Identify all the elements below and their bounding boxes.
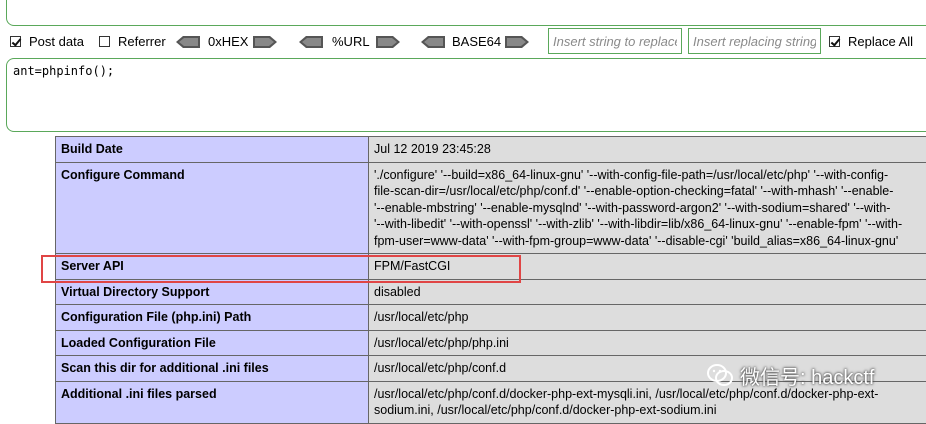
url-decode-arrow-icon[interactable] bbox=[299, 36, 323, 48]
replace-search-input[interactable] bbox=[548, 28, 682, 54]
row-value-line: '--with-libedit' '--with-openssl' '--wit… bbox=[374, 216, 926, 233]
row-value-line: /usr/local/etc/php bbox=[374, 309, 926, 326]
row-value-line: Jul 12 2019 23:45:28 bbox=[374, 141, 926, 158]
base64-decode-arrow-icon[interactable] bbox=[421, 36, 445, 48]
url-label: %URL bbox=[332, 34, 370, 49]
row-value-line: fpm-user=www-data' '--with-fpm-group=www… bbox=[374, 233, 926, 250]
row-value-cell: './configure' '--build=x86_64-linux-gnu'… bbox=[369, 162, 926, 254]
row-value-line: sodium.ini, /usr/local/etc/php/conf.d/do… bbox=[374, 402, 926, 419]
post-data-textarea[interactable]: ant=phpinfo(); bbox=[6, 58, 926, 132]
table-row: Build Date Jul 12 2019 23:45:28 bbox=[56, 137, 926, 163]
table-row: Configure Command './configure' '--build=… bbox=[56, 162, 926, 254]
row-name-cell: Configure Command bbox=[56, 162, 369, 254]
url-input-area[interactable] bbox=[6, 0, 926, 26]
hex-decode-arrow-icon[interactable] bbox=[176, 36, 200, 48]
url-encode-arrow-icon[interactable] bbox=[376, 36, 400, 48]
watermark-text: 微信号: hackctf bbox=[740, 361, 874, 390]
row-name-cell: Loaded Configuration File bbox=[56, 330, 369, 356]
post-data-label[interactable]: Post data bbox=[29, 34, 84, 49]
table-row: Loaded Configuration File/usr/local/etc/… bbox=[56, 330, 926, 356]
replace-all-label[interactable]: Replace All bbox=[848, 34, 913, 49]
referrer-checkbox[interactable] bbox=[99, 36, 110, 47]
row-value-line: './configure' '--build=x86_64-linux-gnu'… bbox=[374, 167, 926, 184]
hex-label: 0xHEX bbox=[208, 34, 248, 49]
row-value-line: /usr/local/etc/php/php.ini bbox=[374, 335, 926, 352]
wechat-icon bbox=[706, 362, 734, 388]
row-name-cell: Configuration File (php.ini) Path bbox=[56, 305, 369, 331]
row-value-cell: /usr/local/etc/php bbox=[369, 305, 926, 331]
row-value-cell: /usr/local/etc/php/php.ini bbox=[369, 330, 926, 356]
row-value-line: '--enable-mbstring' '--enable-mysqlnd' '… bbox=[374, 200, 926, 217]
hackbar-toolbar: Post data Referrer 0xHEX %URL BASE64 Rep… bbox=[0, 28, 926, 58]
wechat-watermark: 微信号: hackctf bbox=[706, 360, 874, 390]
row-value-line: file-scan-dir=/usr/local/etc/php/conf.d'… bbox=[374, 183, 926, 200]
table-row: Configuration File (php.ini) Path/usr/lo… bbox=[56, 305, 926, 331]
row-name-cell: Scan this dir for additional .ini files bbox=[56, 356, 369, 382]
base64-label: BASE64 bbox=[452, 34, 501, 49]
row-value-line: disabled bbox=[374, 284, 926, 301]
row-name-cell: Additional .ini files parsed bbox=[56, 381, 369, 423]
replace-all-checkbox[interactable] bbox=[829, 36, 840, 47]
row-value-cell: Jul 12 2019 23:45:28 bbox=[369, 137, 926, 163]
replacing-string-input[interactable] bbox=[688, 28, 821, 54]
hex-encode-arrow-icon[interactable] bbox=[253, 36, 277, 48]
server-api-highlight-box bbox=[41, 255, 521, 283]
referrer-label[interactable]: Referrer bbox=[118, 34, 166, 49]
row-name-cell: Build Date bbox=[56, 137, 369, 163]
base64-encode-arrow-icon[interactable] bbox=[505, 36, 529, 48]
post-data-checkbox[interactable] bbox=[10, 36, 21, 47]
